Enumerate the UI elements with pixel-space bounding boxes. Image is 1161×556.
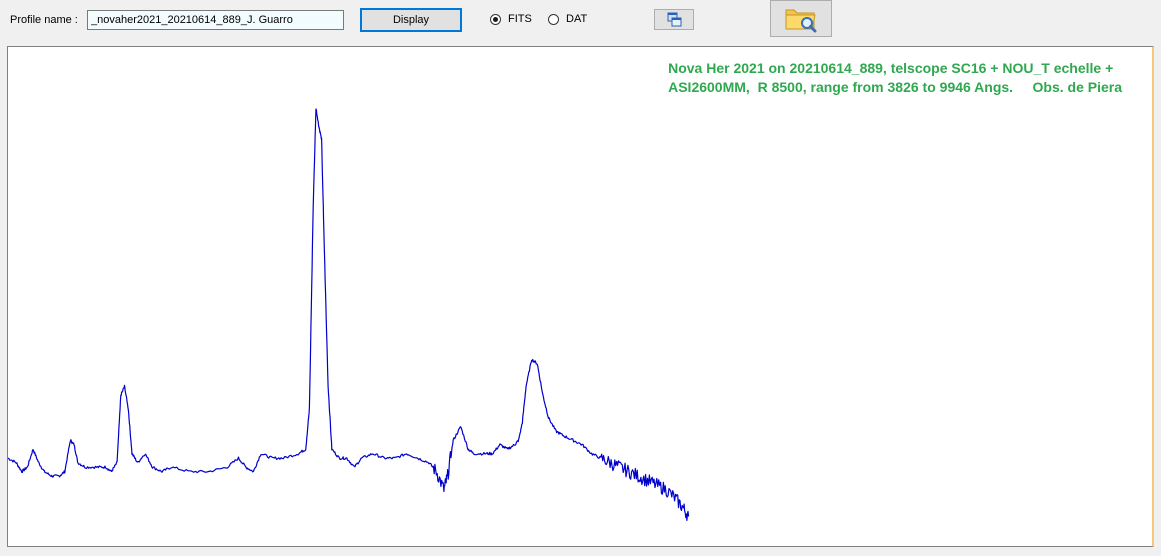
copy-button[interactable]	[654, 9, 694, 30]
radio-dat[interactable]: DAT	[548, 11, 587, 27]
toolbar: Profile name : Display FITS DAT	[0, 0, 1161, 44]
radio-dat-indicator[interactable]	[548, 13, 559, 25]
spectrum-chart	[8, 108, 690, 521]
annotation-line-2: ASI2600MM, R 8500, range from 3826 to 99…	[668, 79, 1122, 95]
profile-name-label: Profile name :	[10, 14, 78, 26]
copy-windows-icon	[667, 12, 682, 27]
radio-dat-label: DAT	[566, 13, 588, 25]
plot-annotation: Nova Her 2021 on 20210614_889, telscope …	[668, 59, 1122, 97]
profile-name-input[interactable]	[87, 10, 344, 30]
folder-search-icon	[785, 9, 817, 33]
radio-fits-label: FITS	[508, 13, 532, 25]
radio-fits[interactable]: FITS	[490, 11, 532, 27]
spectrum-series-line	[8, 108, 690, 521]
radio-fits-indicator[interactable]	[490, 13, 501, 25]
annotation-line-1: Nova Her 2021 on 20210614_889, telscope …	[668, 60, 1114, 76]
open-folder-button[interactable]	[770, 0, 832, 37]
display-button[interactable]: Display	[360, 8, 462, 32]
spectrum-plot: Nova Her 2021 on 20210614_889, telscope …	[7, 46, 1154, 547]
